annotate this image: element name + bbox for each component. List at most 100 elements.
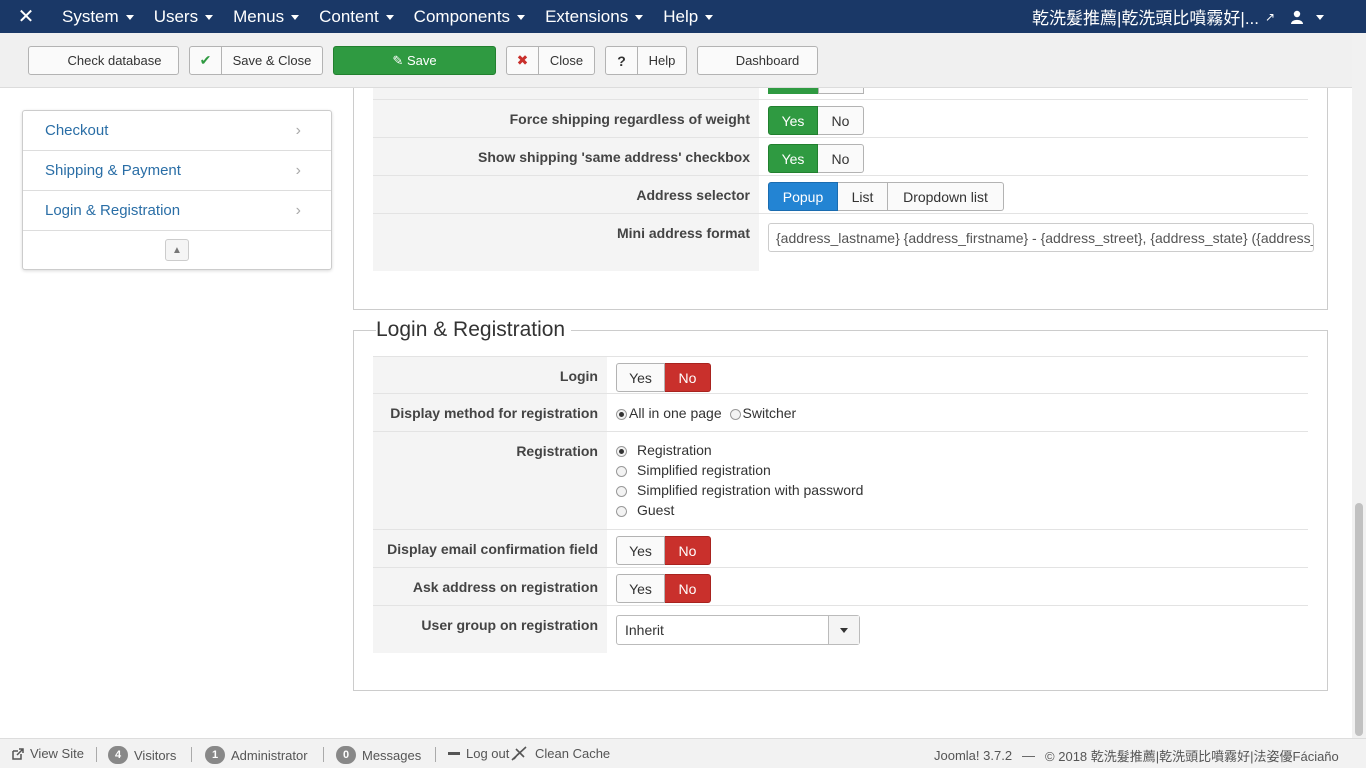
menu-components[interactable]: Components <box>404 0 535 33</box>
form-row-same-address: Show shipping 'same address' checkbox Ye… <box>373 138 1308 176</box>
option-list[interactable]: List <box>838 182 888 211</box>
form-row-registration: Registration Registration Simplified reg… <box>373 432 1308 530</box>
radio-simplified-password[interactable] <box>616 485 627 497</box>
radio-label: Registration <box>637 442 712 458</box>
dashboard-button[interactable]: Dashboard <box>697 46 818 75</box>
toggle-yes[interactable]: Yes <box>616 363 665 392</box>
save-button[interactable]: ✎ Save <box>333 46 496 75</box>
user-menu[interactable] <box>1290 0 1324 33</box>
view-site-link[interactable]: View Site <box>12 746 84 761</box>
menu-help[interactable]: Help <box>653 0 723 33</box>
joomla-logo-icon[interactable]: ✕ <box>0 0 52 33</box>
display-method-options: All in one page Switcher <box>616 405 796 421</box>
sidebar-item-login-registration[interactable]: Login & Registration › <box>23 191 331 231</box>
radio-label: Guest <box>637 502 675 518</box>
menu-extensions[interactable]: Extensions <box>535 0 653 33</box>
menu-label: Help <box>663 6 699 26</box>
logout-label: Log out <box>466 746 510 761</box>
radio-switcher[interactable] <box>729 408 741 420</box>
toggle-no[interactable]: No <box>818 106 864 135</box>
user-group-select[interactable]: Inherit <box>616 615 860 645</box>
same-address-toggle: Yes No <box>768 144 864 173</box>
form-row-mini-address: Mini address format {address_lastname} {… <box>373 214 1314 271</box>
menu-system[interactable]: System <box>52 0 144 33</box>
visitors-link[interactable]: 4 Visitors <box>108 746 176 764</box>
menu-menus[interactable]: Menus <box>223 0 309 33</box>
scrollbar-thumb[interactable] <box>1355 503 1363 736</box>
caret-down-icon <box>385 15 394 20</box>
radio-registration[interactable] <box>616 445 627 457</box>
messages-link[interactable]: 0 Messages <box>336 746 421 764</box>
dash-separator: — <box>1022 748 1036 763</box>
page-scrollbar[interactable] <box>1352 33 1366 738</box>
menu-content[interactable]: Content <box>309 0 404 33</box>
menu-label: System <box>62 6 119 26</box>
view-site-label: View Site <box>30 746 84 761</box>
fieldset-legend: Login & Registration <box>376 318 572 342</box>
row-label-bg <box>373 88 759 99</box>
radio-simplified[interactable] <box>616 465 627 477</box>
form-row-cut <box>373 88 1308 100</box>
radio-label: Switcher <box>742 405 797 421</box>
form-row-user-group: User group on registration Inherit <box>373 606 1308 653</box>
ask-address-label: Ask address on registration <box>373 568 607 605</box>
sidebar-item-checkout[interactable]: Checkout › <box>23 111 331 151</box>
menu-label: Components <box>413 6 511 26</box>
close-button[interactable]: ✖ Close <box>506 46 595 75</box>
chevron-right-icon: › <box>295 202 301 219</box>
check-icon: ✔ <box>190 47 222 74</box>
toggle-no-partial[interactable] <box>818 88 864 94</box>
save-close-button[interactable]: ✔ Save & Close <box>189 46 323 75</box>
login-toggle: Yes No <box>616 363 711 392</box>
top-navbar: ✕ System Users Menus Content Components … <box>0 0 1366 33</box>
form-row-email-confirm: Display email confirmation field Yes No <box>373 530 1308 568</box>
clean-cache-link[interactable]: Clean Cache <box>511 744 610 761</box>
admin-label: Administrator <box>231 747 308 763</box>
messages-count-badge: 0 <box>336 746 356 764</box>
option-popup[interactable]: Popup <box>768 182 838 211</box>
login-label: Login <box>373 357 607 393</box>
form-row-login: Login Yes No <box>373 356 1308 394</box>
check-database-button[interactable]: Check database <box>28 46 179 75</box>
sidebar-item-label: Login & Registration <box>45 202 181 219</box>
force-shipping-toggle: Yes No <box>768 106 864 135</box>
display-method-label: Display method for registration <box>373 394 607 431</box>
site-title-link[interactable]: 乾洗髮推薦|乾洗頭比噴霧好|... ↗ <box>1032 0 1275 33</box>
button-label: ✎ Save <box>334 53 495 69</box>
radio-guest[interactable] <box>616 505 627 517</box>
option-dropdown-list[interactable]: Dropdown list <box>888 182 1004 211</box>
address-selector-label: Address selector <box>373 176 759 213</box>
chevron-right-icon: › <box>295 162 301 179</box>
help-button[interactable]: ? Help <box>605 46 687 75</box>
toggle-no[interactable]: No <box>665 574 711 603</box>
form-row-address-selector: Address selector Popup List Dropdown lis… <box>373 176 1308 214</box>
toolbar: Check database ✔ Save & Close ✎ Save ✖ C… <box>0 33 1352 88</box>
toggle-no[interactable]: No <box>665 536 711 565</box>
registration-option: Guest <box>616 502 674 518</box>
button-label: Close <box>549 53 584 68</box>
button-label: Help <box>648 53 676 68</box>
logout-link[interactable]: Log out <box>448 746 509 761</box>
toggle-yes[interactable]: Yes <box>768 106 818 135</box>
caret-down-icon <box>705 15 714 20</box>
toggle-yes[interactable]: Yes <box>768 144 818 173</box>
registration-option: Simplified registration <box>616 462 771 478</box>
toggle-yes[interactable]: Yes <box>616 536 665 565</box>
visitors-count-badge: 4 <box>108 746 128 764</box>
registration-option: Simplified registration with password <box>616 482 863 498</box>
administrator-link[interactable]: 1 Administrator <box>205 746 308 764</box>
version-text: Joomla! 3.7.2 <box>934 748 1013 763</box>
divider <box>96 747 97 762</box>
toggle-yes-partial[interactable] <box>768 88 818 94</box>
external-link-icon <box>12 747 24 760</box>
menu-users[interactable]: Users <box>144 0 223 33</box>
sidebar-item-shipping-payment[interactable]: Shipping & Payment › <box>23 151 331 191</box>
collapse-sidebar-icon[interactable]: ▲ <box>165 239 189 261</box>
radio-all-in-one[interactable] <box>616 408 627 420</box>
mini-address-input[interactable]: {address_lastname} {address_firstname} -… <box>768 223 1314 252</box>
toggle-no[interactable]: No <box>665 363 711 392</box>
ask-address-toggle: Yes No <box>616 574 711 603</box>
minus-icon <box>448 752 460 755</box>
toggle-no[interactable]: No <box>818 144 864 173</box>
toggle-yes[interactable]: Yes <box>616 574 665 603</box>
